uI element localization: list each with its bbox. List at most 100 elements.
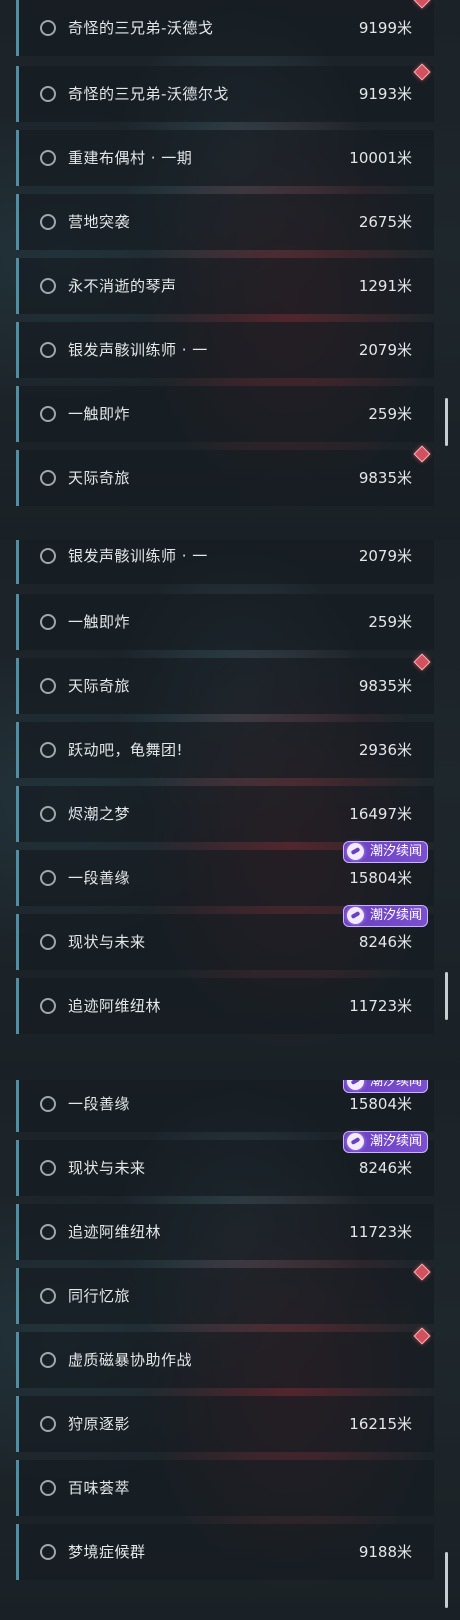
quest-name: 现状与未来 bbox=[68, 933, 146, 951]
quest-row[interactable]: 一段善缘 15804米 潮汐续闻 bbox=[16, 1080, 434, 1132]
quest-row[interactable]: 同行忆旅 bbox=[16, 1263, 434, 1324]
quest-row[interactable]: 营地突袭 2675米 bbox=[16, 194, 434, 250]
quest-name: 百味荟萃 bbox=[68, 1479, 131, 1497]
quest-row[interactable]: 天际奇旅 9835米 bbox=[16, 653, 434, 714]
scrollbar-thumb[interactable] bbox=[445, 1552, 448, 1608]
quest-name: 现状与未来 bbox=[68, 1159, 146, 1177]
radio-circle-icon[interactable] bbox=[40, 1416, 56, 1432]
red-diamond-icon bbox=[413, 1327, 431, 1345]
quest-row[interactable]: 银发声骸训练师 · 一 2079米 bbox=[16, 540, 434, 584]
quest-row[interactable]: 一触即炸 259米 bbox=[16, 386, 434, 442]
badge-label: 潮汐续闻 bbox=[369, 908, 422, 923]
red-diamond-icon bbox=[413, 1263, 431, 1281]
quest-distance: 2079米 bbox=[358, 341, 412, 359]
quest-name: 银发声骸训练师 · 一 bbox=[68, 341, 208, 359]
quest-distance: 15804米 bbox=[349, 869, 412, 887]
tidal-stories-badge: 潮汐续闻 bbox=[342, 905, 428, 927]
quest-list-panel-1: 奇怪的三兄弟-沃德戈 9199米 奇怪的三兄弟-沃德尔戈 9193米 重建布偶村… bbox=[0, 0, 460, 540]
quest-row[interactable]: 追迹阿维纽林 11723米 bbox=[16, 1204, 434, 1260]
quest-distance: 2079米 bbox=[358, 547, 412, 565]
quest-row[interactable]: 追迹阿维纽林 11723米 bbox=[16, 978, 434, 1034]
quest-row[interactable]: 永不消逝的琴声 1291米 bbox=[16, 258, 434, 314]
radio-circle-icon[interactable] bbox=[40, 278, 56, 294]
radio-circle-icon[interactable] bbox=[40, 214, 56, 230]
quest-name: 一触即炸 bbox=[68, 405, 131, 423]
radio-circle-icon[interactable] bbox=[40, 470, 56, 486]
quest-row[interactable]: 狩原逐影 16215米 bbox=[16, 1396, 434, 1452]
quest-name: 狩原逐影 bbox=[68, 1415, 131, 1433]
quest-name: 奇怪的三兄弟-沃德尔戈 bbox=[68, 85, 229, 103]
quest-distance: 11723米 bbox=[349, 997, 412, 1015]
radio-circle-icon[interactable] bbox=[40, 870, 56, 886]
red-diamond-icon bbox=[413, 63, 431, 81]
quest-row[interactable]: 天际奇旅 9835米 bbox=[16, 445, 434, 506]
quest-row[interactable]: 梦境症候群 9188米 bbox=[16, 1524, 434, 1580]
quest-list-panel-3: 一段善缘 15804米 潮汐续闻 现状与未来 8246米 潮汐续闻 追迹阿维纽林… bbox=[0, 1080, 460, 1620]
quest-distance: 8246米 bbox=[358, 1159, 412, 1177]
radio-circle-icon[interactable] bbox=[40, 1160, 56, 1176]
quest-distance: 8246米 bbox=[358, 933, 412, 951]
radio-circle-icon[interactable] bbox=[40, 678, 56, 694]
quest-row[interactable]: 奇怪的三兄弟-沃德戈 9199米 bbox=[16, 0, 434, 56]
radio-circle-icon[interactable] bbox=[40, 1288, 56, 1304]
radio-circle-icon[interactable] bbox=[40, 20, 56, 36]
radio-circle-icon[interactable] bbox=[40, 1480, 56, 1496]
quest-name: 追迹阿维纽林 bbox=[68, 997, 162, 1015]
quest-distance: 11723米 bbox=[349, 1223, 412, 1241]
badge-label: 潮汐续闻 bbox=[369, 1134, 422, 1149]
radio-circle-icon[interactable] bbox=[40, 548, 56, 564]
radio-circle-icon[interactable] bbox=[40, 742, 56, 758]
quest-row[interactable]: 一段善缘 15804米 潮汐续闻 bbox=[16, 841, 434, 906]
radio-circle-icon[interactable] bbox=[40, 406, 56, 422]
quest-list-panel-2: 银发声骸训练师 · 一 2079米 一触即炸 259米 天际奇旅 9835米 跃… bbox=[0, 540, 460, 1080]
quest-name: 奇怪的三兄弟-沃德戈 bbox=[68, 19, 214, 37]
radio-circle-icon[interactable] bbox=[40, 150, 56, 166]
radio-circle-icon[interactable] bbox=[40, 806, 56, 822]
quest-name: 重建布偶村 · 一期 bbox=[68, 149, 193, 167]
quest-name: 追迹阿维纽林 bbox=[68, 1223, 162, 1241]
radio-circle-icon[interactable] bbox=[40, 1224, 56, 1240]
quest-name: 烬潮之梦 bbox=[68, 805, 131, 823]
quest-row[interactable]: 现状与未来 8246米 潮汐续闻 bbox=[16, 1131, 434, 1196]
badge-label: 潮汐续闻 bbox=[369, 1080, 422, 1089]
quest-row[interactable]: 银发声骸训练师 · 一 2079米 bbox=[16, 322, 434, 378]
quest-distance: 9193米 bbox=[358, 85, 412, 103]
quest-row[interactable]: 重建布偶村 · 一期 10001米 bbox=[16, 130, 434, 186]
quest-name: 同行忆旅 bbox=[68, 1287, 131, 1305]
quest-row[interactable]: 跃动吧，龟舞团! 2936米 bbox=[16, 722, 434, 778]
tidal-stories-icon bbox=[346, 907, 364, 924]
tidal-stories-badge: 潮汐续闻 bbox=[342, 841, 428, 863]
quest-name: 营地突袭 bbox=[68, 213, 131, 231]
quest-distance: 259米 bbox=[368, 613, 412, 631]
tidal-stories-icon bbox=[346, 1080, 364, 1090]
radio-circle-icon[interactable] bbox=[40, 1352, 56, 1368]
quest-distance: 9835米 bbox=[358, 469, 412, 487]
radio-circle-icon[interactable] bbox=[40, 614, 56, 630]
radio-circle-icon[interactable] bbox=[40, 998, 56, 1014]
quest-row[interactable]: 奇怪的三兄弟-沃德尔戈 9193米 bbox=[16, 63, 434, 122]
quest-row[interactable]: 虚质磁暴协助作战 bbox=[16, 1327, 434, 1388]
quest-distance: 15804米 bbox=[349, 1095, 412, 1113]
radio-circle-icon[interactable] bbox=[40, 86, 56, 102]
tidal-stories-badge: 潮汐续闻 bbox=[342, 1131, 428, 1153]
quest-distance: 9199米 bbox=[358, 19, 412, 37]
radio-circle-icon[interactable] bbox=[40, 934, 56, 950]
quest-distance: 9188米 bbox=[358, 1543, 412, 1561]
radio-circle-icon[interactable] bbox=[40, 1096, 56, 1112]
quest-row[interactable]: 烬潮之梦 16497米 bbox=[16, 786, 434, 842]
radio-circle-icon[interactable] bbox=[40, 1544, 56, 1560]
quest-row[interactable]: 现状与未来 8246米 潮汐续闻 bbox=[16, 905, 434, 970]
radio-circle-icon[interactable] bbox=[40, 342, 56, 358]
quest-distance: 16497米 bbox=[349, 805, 412, 823]
quest-row[interactable]: 百味荟萃 bbox=[16, 1460, 434, 1516]
quest-name: 一触即炸 bbox=[68, 613, 131, 631]
tidal-stories-icon bbox=[346, 843, 364, 860]
quest-distance: 16215米 bbox=[349, 1415, 412, 1433]
quest-name: 天际奇旅 bbox=[68, 677, 131, 695]
quest-row[interactable]: 一触即炸 259米 bbox=[16, 594, 434, 650]
quest-name: 一段善缘 bbox=[68, 869, 131, 887]
tidal-stories-badge: 潮汐续闻 bbox=[342, 1080, 428, 1093]
badge-label: 潮汐续闻 bbox=[369, 844, 422, 859]
scrollbar-thumb[interactable] bbox=[445, 398, 448, 446]
scrollbar-thumb[interactable] bbox=[445, 972, 448, 1020]
